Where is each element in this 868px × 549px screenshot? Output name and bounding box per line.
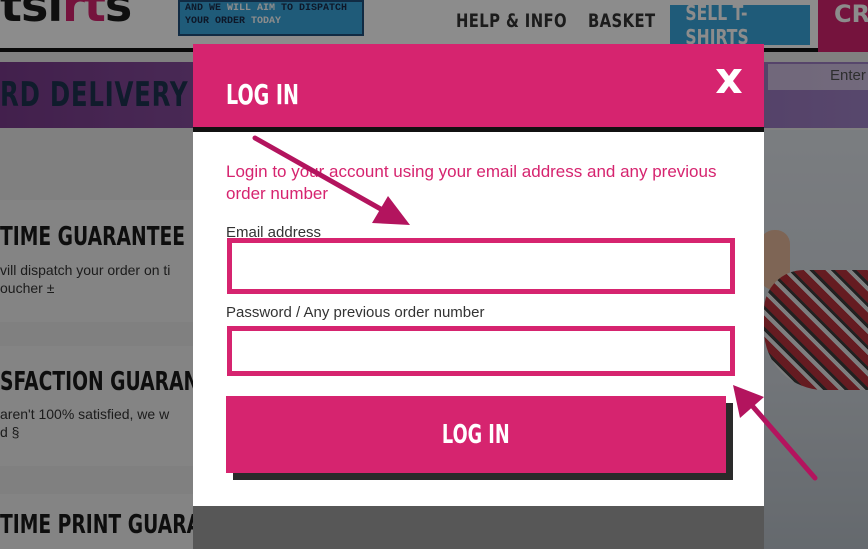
login-instructions: Login to your account using your email a… xyxy=(226,162,717,203)
login-button[interactable]: LOG IN xyxy=(226,396,726,473)
login-button-label: LOG IN xyxy=(442,419,510,450)
modal-header: LOG IN xyxy=(193,44,764,132)
modal-title: LOG IN xyxy=(226,78,299,111)
email-field[interactable] xyxy=(227,238,735,294)
close-icon xyxy=(716,69,742,93)
login-modal: LOG IN Login to your account using your … xyxy=(193,44,764,549)
modal-body: Login to your account using your email a… xyxy=(193,137,764,506)
password-field[interactable] xyxy=(227,326,735,376)
modal-footer xyxy=(193,506,764,549)
close-button[interactable] xyxy=(712,64,746,98)
password-label: Password / Any previous order number xyxy=(226,304,485,321)
